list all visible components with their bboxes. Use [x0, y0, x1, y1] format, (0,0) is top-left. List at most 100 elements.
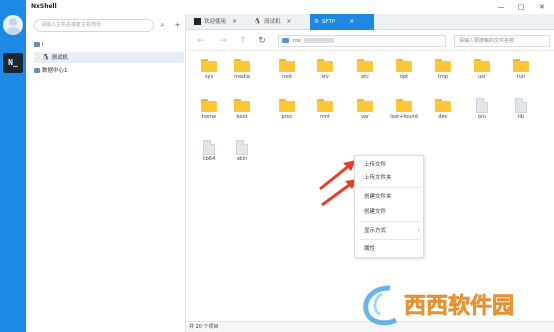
file-name: etc [361, 74, 369, 80]
file-item[interactable]: bin [467, 96, 497, 132]
minimize-button[interactable]: — [495, 1, 507, 13]
folder-item[interactable]: mnt [310, 96, 340, 132]
menu-separator [359, 221, 421, 222]
host-search-input[interactable]: 请输入主机名或者主机地址 [34, 19, 154, 32]
left-rail: N_ [0, 0, 26, 332]
folder-icon [513, 59, 529, 72]
folder-icon [279, 99, 295, 112]
file-item[interactable]: sbin [227, 138, 257, 174]
file-icon [476, 98, 488, 113]
file-name: opt [399, 74, 409, 80]
menu-item-display-mode[interactable]: 显示方式 › [355, 225, 425, 237]
tab-label: 测试机 [263, 19, 281, 25]
file-name: root [281, 74, 293, 80]
file-item[interactable]: lib [506, 96, 536, 132]
tab-label: SFTP [321, 19, 336, 25]
file-name: tmp [437, 74, 448, 80]
tree-item-group[interactable]: l [34, 40, 44, 51]
file-name: srv [321, 74, 329, 80]
folder-item[interactable]: opt [389, 56, 419, 92]
file-name: boot [236, 114, 248, 120]
maximize-button[interactable]: □ [515, 1, 527, 13]
folder-item[interactable]: sys [194, 56, 224, 92]
tab-sftp[interactable]: ⚙ SFTP × [310, 14, 374, 30]
tree-item-datacenter[interactable]: 数据中心1 [34, 66, 68, 77]
watermark-logo: 西西软件园 [360, 280, 550, 328]
app-title: NxShell [31, 3, 57, 10]
menu-separator [359, 187, 421, 188]
folder-item[interactable]: etc [350, 56, 380, 92]
avatar-head [9, 18, 17, 26]
folder-item[interactable]: lost+found [389, 96, 419, 132]
close-icon[interactable]: × [349, 14, 354, 30]
avatar-body [6, 27, 20, 35]
tree-item-label: 测试机 [51, 55, 68, 61]
folder-item[interactable]: var [350, 96, 380, 132]
up-arrow-icon[interactable]: ↑ [236, 34, 250, 48]
folder-item[interactable]: dev [428, 96, 458, 132]
file-name: var [360, 114, 370, 120]
folder-item[interactable]: tmp [428, 56, 458, 92]
folder-item[interactable]: home [194, 96, 224, 132]
file-name: run [516, 74, 526, 80]
tab-test-host[interactable]: 🐧 测试机 × [250, 14, 308, 30]
session-sidebar: 请输入主机名或者主机地址 ⌕ + l 🐧 测试机 数据中心1 [26, 14, 186, 332]
path-text: roo [293, 38, 302, 44]
tab-label: 欢迎使用 [204, 19, 227, 25]
avatar[interactable] [3, 15, 23, 35]
folder-item[interactable]: srv [310, 56, 340, 92]
file-name: bin [478, 114, 486, 120]
path-input[interactable]: roo [278, 35, 446, 47]
menu-item-new-folder[interactable]: 创建文件夹 [355, 191, 425, 203]
file-search-input[interactable]: 请输入要搜索的文件名称 [454, 35, 550, 47]
folder-item[interactable]: root [272, 56, 302, 92]
folder-icon [234, 99, 250, 112]
file-item[interactable]: lib64 [194, 138, 224, 174]
folder-icon [234, 59, 250, 72]
item-count: 共 20 个项目 [189, 324, 219, 330]
terminal-icon [194, 18, 201, 25]
file-name: lib [518, 114, 524, 120]
close-icon[interactable]: × [286, 14, 291, 30]
refresh-icon[interactable]: ↻ [255, 34, 269, 48]
menu-item-upload-file[interactable]: 上传文件 [355, 159, 425, 171]
folder-icon [357, 99, 373, 112]
file-name: usr [478, 74, 486, 80]
folder-icon [474, 59, 490, 72]
forward-arrow-icon[interactable]: → [216, 34, 230, 48]
file-icon [236, 140, 248, 155]
folder-item[interactable]: run [506, 56, 536, 92]
watermark-text: 西西软件园 [404, 293, 514, 319]
tab-welcome[interactable]: 欢迎使用 × [190, 14, 248, 30]
file-name: dev [438, 114, 448, 120]
folder-icon [201, 99, 217, 112]
add-host-icon[interactable]: + [172, 20, 183, 31]
back-arrow-icon[interactable]: ← [194, 34, 208, 48]
folder-icon [357, 59, 373, 72]
folder-item[interactable]: proc [272, 96, 302, 132]
folder-item[interactable]: usr [467, 56, 497, 92]
folder-icon [396, 99, 412, 112]
file-name: sbin [236, 156, 248, 162]
sftp-toolbar: ← → ↑ ↻ roo 请输入要搜索的文件名称 [186, 31, 554, 51]
tree-item-test-host[interactable]: 🐧 测试机 [34, 52, 184, 63]
folder-open-icon[interactable] [157, 20, 168, 31]
terminal-icon[interactable]: N_ [3, 53, 23, 73]
close-button[interactable]: ✕ [536, 1, 548, 13]
folder-icon [435, 59, 451, 72]
menu-separator [359, 239, 421, 240]
folder-item[interactable]: boot [227, 96, 257, 132]
file-name: media [234, 74, 250, 80]
menu-item-upload-folder[interactable]: 上传文件夹 [355, 172, 425, 184]
folder-icon [317, 59, 333, 72]
menu-item-properties[interactable]: 属性 [355, 243, 425, 255]
linux-icon: 🐧 [254, 19, 261, 25]
menu-item-new-file[interactable]: 创建文件 [355, 206, 425, 218]
tree-item-label: l [42, 42, 44, 48]
folder-item[interactable]: media [227, 56, 257, 92]
folder-icon [435, 99, 451, 112]
host-icon [282, 38, 289, 43]
folder-icon [34, 42, 40, 47]
close-icon[interactable]: × [232, 14, 237, 30]
folder-icon [317, 99, 333, 112]
